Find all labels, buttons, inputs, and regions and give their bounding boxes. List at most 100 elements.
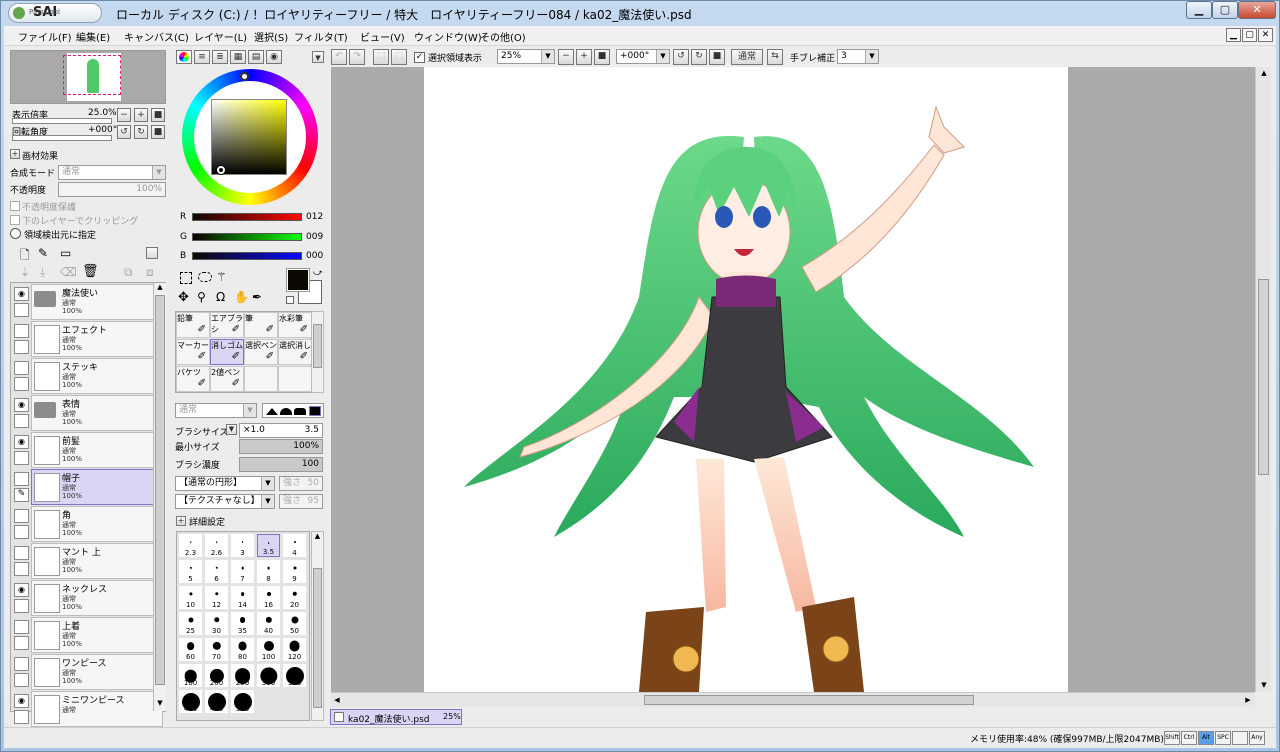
layer-item[interactable]: ステッキ 通常 100% (14, 358, 163, 394)
lasso-icon[interactable] (198, 272, 212, 282)
scroll-left-arrow-icon[interactable]: ◀ (331, 694, 343, 706)
menu-item[interactable]: その他(O) (480, 29, 526, 44)
move-icon[interactable]: ✥ (178, 290, 189, 305)
brush-size-preset[interactable]: 16 (257, 586, 280, 609)
deselect-button[interactable]: ⬚ (373, 49, 389, 65)
zoom-out-button[interactable]: − (117, 108, 131, 122)
merge-selected-icon[interactable]: ⧉ (124, 265, 133, 280)
visibility-toggle[interactable] (14, 657, 29, 671)
tool-slot[interactable]: 2値ペン ✐ (210, 366, 244, 392)
redo-button[interactable]: ↷ (349, 49, 365, 65)
swatches-tab[interactable]: ▦ (230, 50, 246, 64)
visibility-toggle[interactable] (14, 361, 29, 375)
edge-soft-icon[interactable] (266, 408, 278, 415)
effect-expand-button[interactable]: + (10, 149, 20, 159)
saturation-value-square[interactable] (211, 99, 287, 175)
visibility-toggle[interactable]: ◉ (14, 287, 29, 301)
toolbar-rotate-reset-button[interactable]: ■ (709, 49, 725, 65)
brush-size-preset[interactable]: 2.6 (205, 534, 228, 557)
foreground-color-swatch[interactable] (286, 268, 310, 292)
minimize-button[interactable]: ▁ (1186, 1, 1212, 19)
tool-slot[interactable]: バケツ ✐ (176, 366, 210, 392)
rotate-slider[interactable] (12, 135, 112, 141)
brush-size-preset[interactable]: 200 (205, 664, 228, 687)
layer-options-button[interactable] (146, 247, 158, 259)
brush-size-preset[interactable]: 60 (179, 638, 202, 661)
flip-horizontal-button[interactable]: ⇆ (767, 49, 783, 65)
shape-strength-slider[interactable]: 強さ 50 (279, 476, 323, 491)
maximize-button[interactable]: ▢ (1212, 1, 1238, 19)
brush-size-preset[interactable]: 4 (283, 534, 306, 557)
brush-size-preset[interactable]: 12 (205, 586, 228, 609)
r-slider[interactable] (192, 213, 302, 221)
layer-item[interactable]: ✎ 帽子 通常 100% (14, 469, 163, 505)
brush-size-preset[interactable]: 9 (283, 560, 306, 583)
brush-size-preset[interactable]: 500 (231, 690, 254, 713)
color-mixer-tab[interactable]: ◉ (266, 50, 282, 64)
tool-slot[interactable]: 選択ペン ✐ (244, 339, 278, 365)
toolbar-zoom-in-button[interactable]: + (576, 49, 592, 65)
brush-size-preset[interactable]: 10 (179, 586, 202, 609)
layer-item[interactable]: ◉ 前髪 通常 100% (14, 432, 163, 468)
edge-medium-icon[interactable] (280, 408, 292, 415)
transfer-down-icon[interactable]: ⇣ (20, 265, 30, 279)
brush-texture-select[interactable]: 【テクスチャなし】 ▼ (175, 494, 275, 509)
visibility-toggle[interactable] (14, 620, 29, 634)
close-button[interactable]: ✕ (1238, 1, 1276, 19)
menu-item[interactable]: ビュー(V) (360, 29, 405, 44)
zoom-slider[interactable] (12, 118, 112, 124)
detail-expand-button[interactable]: + (176, 516, 186, 526)
swap-colors-icon[interactable]: ⤻ (313, 268, 323, 278)
layer-list-scrollbar[interactable]: ▲ ▼ (153, 283, 166, 711)
rotate-ccw-button[interactable]: ↺ (117, 125, 131, 139)
visibility-toggle[interactable]: ◉ (14, 435, 29, 449)
zoom-in-button[interactable]: + (134, 108, 148, 122)
toolbar-zoom-out-button[interactable]: − (558, 49, 574, 65)
menu-item[interactable]: キャンバス(C) (124, 29, 189, 44)
toolbar-rotate-cw-button[interactable]: ↻ (691, 49, 707, 65)
menu-item[interactable]: フィルタ(T) (294, 29, 348, 44)
size-multiplier-button[interactable]: ▼ (226, 424, 237, 435)
toolbar-rotate-ccw-button[interactable]: ↺ (673, 49, 689, 65)
scroll-right-arrow-icon[interactable]: ▶ (1242, 694, 1254, 706)
brush-size-preset[interactable]: 70 (205, 638, 228, 661)
color-wheel-tab[interactable] (176, 50, 192, 64)
opacity-slider[interactable]: 100% (58, 182, 166, 197)
scratchpad-tab[interactable]: ▤ (248, 50, 264, 64)
layer-lock-toggle[interactable] (14, 377, 29, 391)
canvas-v-scroll-thumb[interactable] (1258, 279, 1269, 475)
magic-wand-icon[interactable]: ⚚ (216, 270, 227, 284)
min-size-slider[interactable]: 100% (239, 439, 323, 454)
layer-lock-toggle[interactable] (14, 673, 29, 687)
menu-item[interactable]: ファイル(F) (18, 29, 72, 44)
color-panel-menu-button[interactable]: ▼ (312, 51, 324, 63)
rotate-tool-icon[interactable]: Ω (216, 290, 225, 304)
visibility-toggle[interactable]: ◉ (14, 398, 29, 412)
brush-size-preset[interactable]: 35 (231, 612, 254, 635)
zoom-tool-icon[interactable]: ⚲ (197, 290, 206, 304)
scroll-up-arrow-icon[interactable]: ▲ (154, 283, 166, 294)
transparent-color-icon[interactable] (286, 296, 294, 304)
new-layer-icon[interactable]: 🗋 (20, 246, 30, 267)
flip-mode-button[interactable]: 通常 (731, 49, 763, 65)
brush-size-preset[interactable]: 25 (179, 612, 202, 635)
size-presets-scrollbar[interactable]: ▲ (311, 531, 324, 721)
undo-button[interactable]: ↶ (331, 49, 347, 65)
brush-shape-select[interactable]: 【通常の円形】 ▼ (175, 476, 275, 491)
scroll-down-arrow-icon[interactable]: ▼ (154, 699, 166, 710)
layer-lock-toggle[interactable] (14, 340, 29, 354)
layer-lock-toggle[interactable] (14, 599, 29, 613)
layer-lock-toggle[interactable] (14, 414, 29, 428)
brush-size-preset[interactable]: 8 (257, 560, 280, 583)
visibility-toggle[interactable] (14, 324, 29, 338)
brush-size-preset[interactable]: 400 (179, 690, 202, 713)
brush-size-preset[interactable]: 30 (205, 612, 228, 635)
scroll-down-arrow-icon[interactable]: ▼ (1258, 679, 1270, 691)
brush-size-preset[interactable]: 6 (205, 560, 228, 583)
brush-size-preset[interactable]: 250 (231, 664, 254, 687)
tool-slot[interactable]: 水彩筆 ✐ (278, 312, 312, 338)
selection-source-radio[interactable] (10, 228, 21, 239)
rotate-cw-button[interactable]: ↻ (134, 125, 148, 139)
visibility-toggle[interactable] (14, 472, 29, 486)
brush-size-preset[interactable]: 350 (283, 664, 306, 687)
